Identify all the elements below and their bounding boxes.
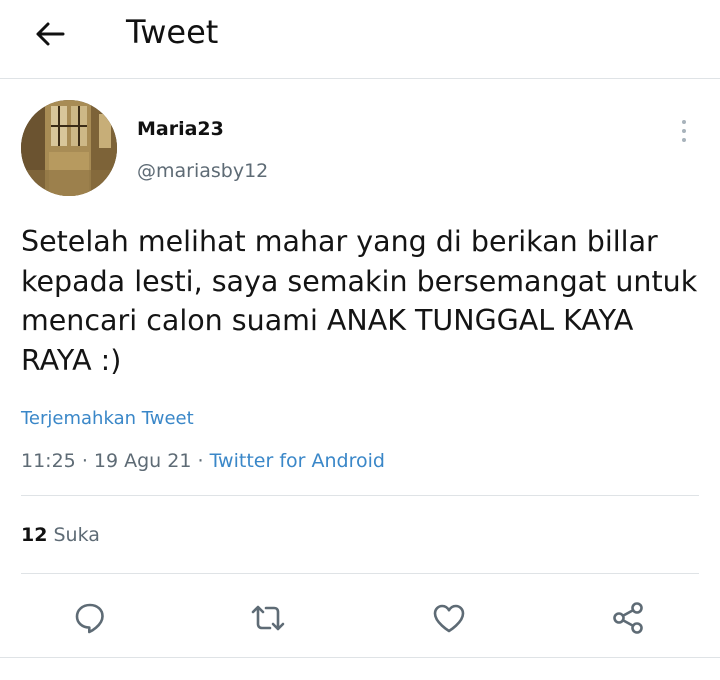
vertical-dots-icon <box>682 138 686 142</box>
retweet-icon <box>251 605 285 631</box>
author-handle[interactable]: @mariasby12 <box>137 158 268 184</box>
profile-photo-avatar <box>21 100 117 196</box>
back-button[interactable] <box>30 14 70 54</box>
more-options-button[interactable] <box>672 114 696 148</box>
likes-label: Suka <box>53 524 100 546</box>
tweet-date: 19 Agu 21 <box>93 450 192 472</box>
vertical-dots-icon <box>682 120 686 124</box>
page-title: Tweet <box>126 13 219 51</box>
reply-button[interactable] <box>68 596 112 640</box>
divider <box>21 573 699 574</box>
top-app-bar: Tweet <box>0 0 720 79</box>
divider <box>21 495 699 496</box>
vertical-dots-icon <box>682 129 686 133</box>
avatar[interactable] <box>21 100 117 196</box>
share-icon <box>613 602 643 634</box>
meta-separator: · <box>197 450 204 472</box>
tweet-text: Setelah melihat mahar yang di berikan bi… <box>21 225 698 377</box>
tweet-source-link[interactable]: Twitter for Android <box>210 450 385 472</box>
likes-number: 12 <box>21 524 48 546</box>
comment-icon <box>75 603 104 634</box>
tweet-time: 11:25 <box>21 450 76 472</box>
likes-count[interactable]: 12 Suka <box>21 522 100 548</box>
meta-separator: · <box>81 450 88 472</box>
arrow-left-icon <box>36 22 65 46</box>
translate-tweet-link[interactable]: Terjemahkan Tweet <box>21 406 194 432</box>
like-button[interactable] <box>427 596 471 640</box>
tweet-metadata: 11:25 · 19 Agu 21 · Twitter for Android <box>21 448 385 474</box>
retweet-button[interactable] <box>246 596 290 640</box>
author-name[interactable]: Maria23 <box>137 116 224 142</box>
bottom-divider <box>0 657 720 658</box>
tweet-action-bar <box>0 590 720 644</box>
heart-icon <box>433 604 465 633</box>
share-button[interactable] <box>606 596 650 640</box>
